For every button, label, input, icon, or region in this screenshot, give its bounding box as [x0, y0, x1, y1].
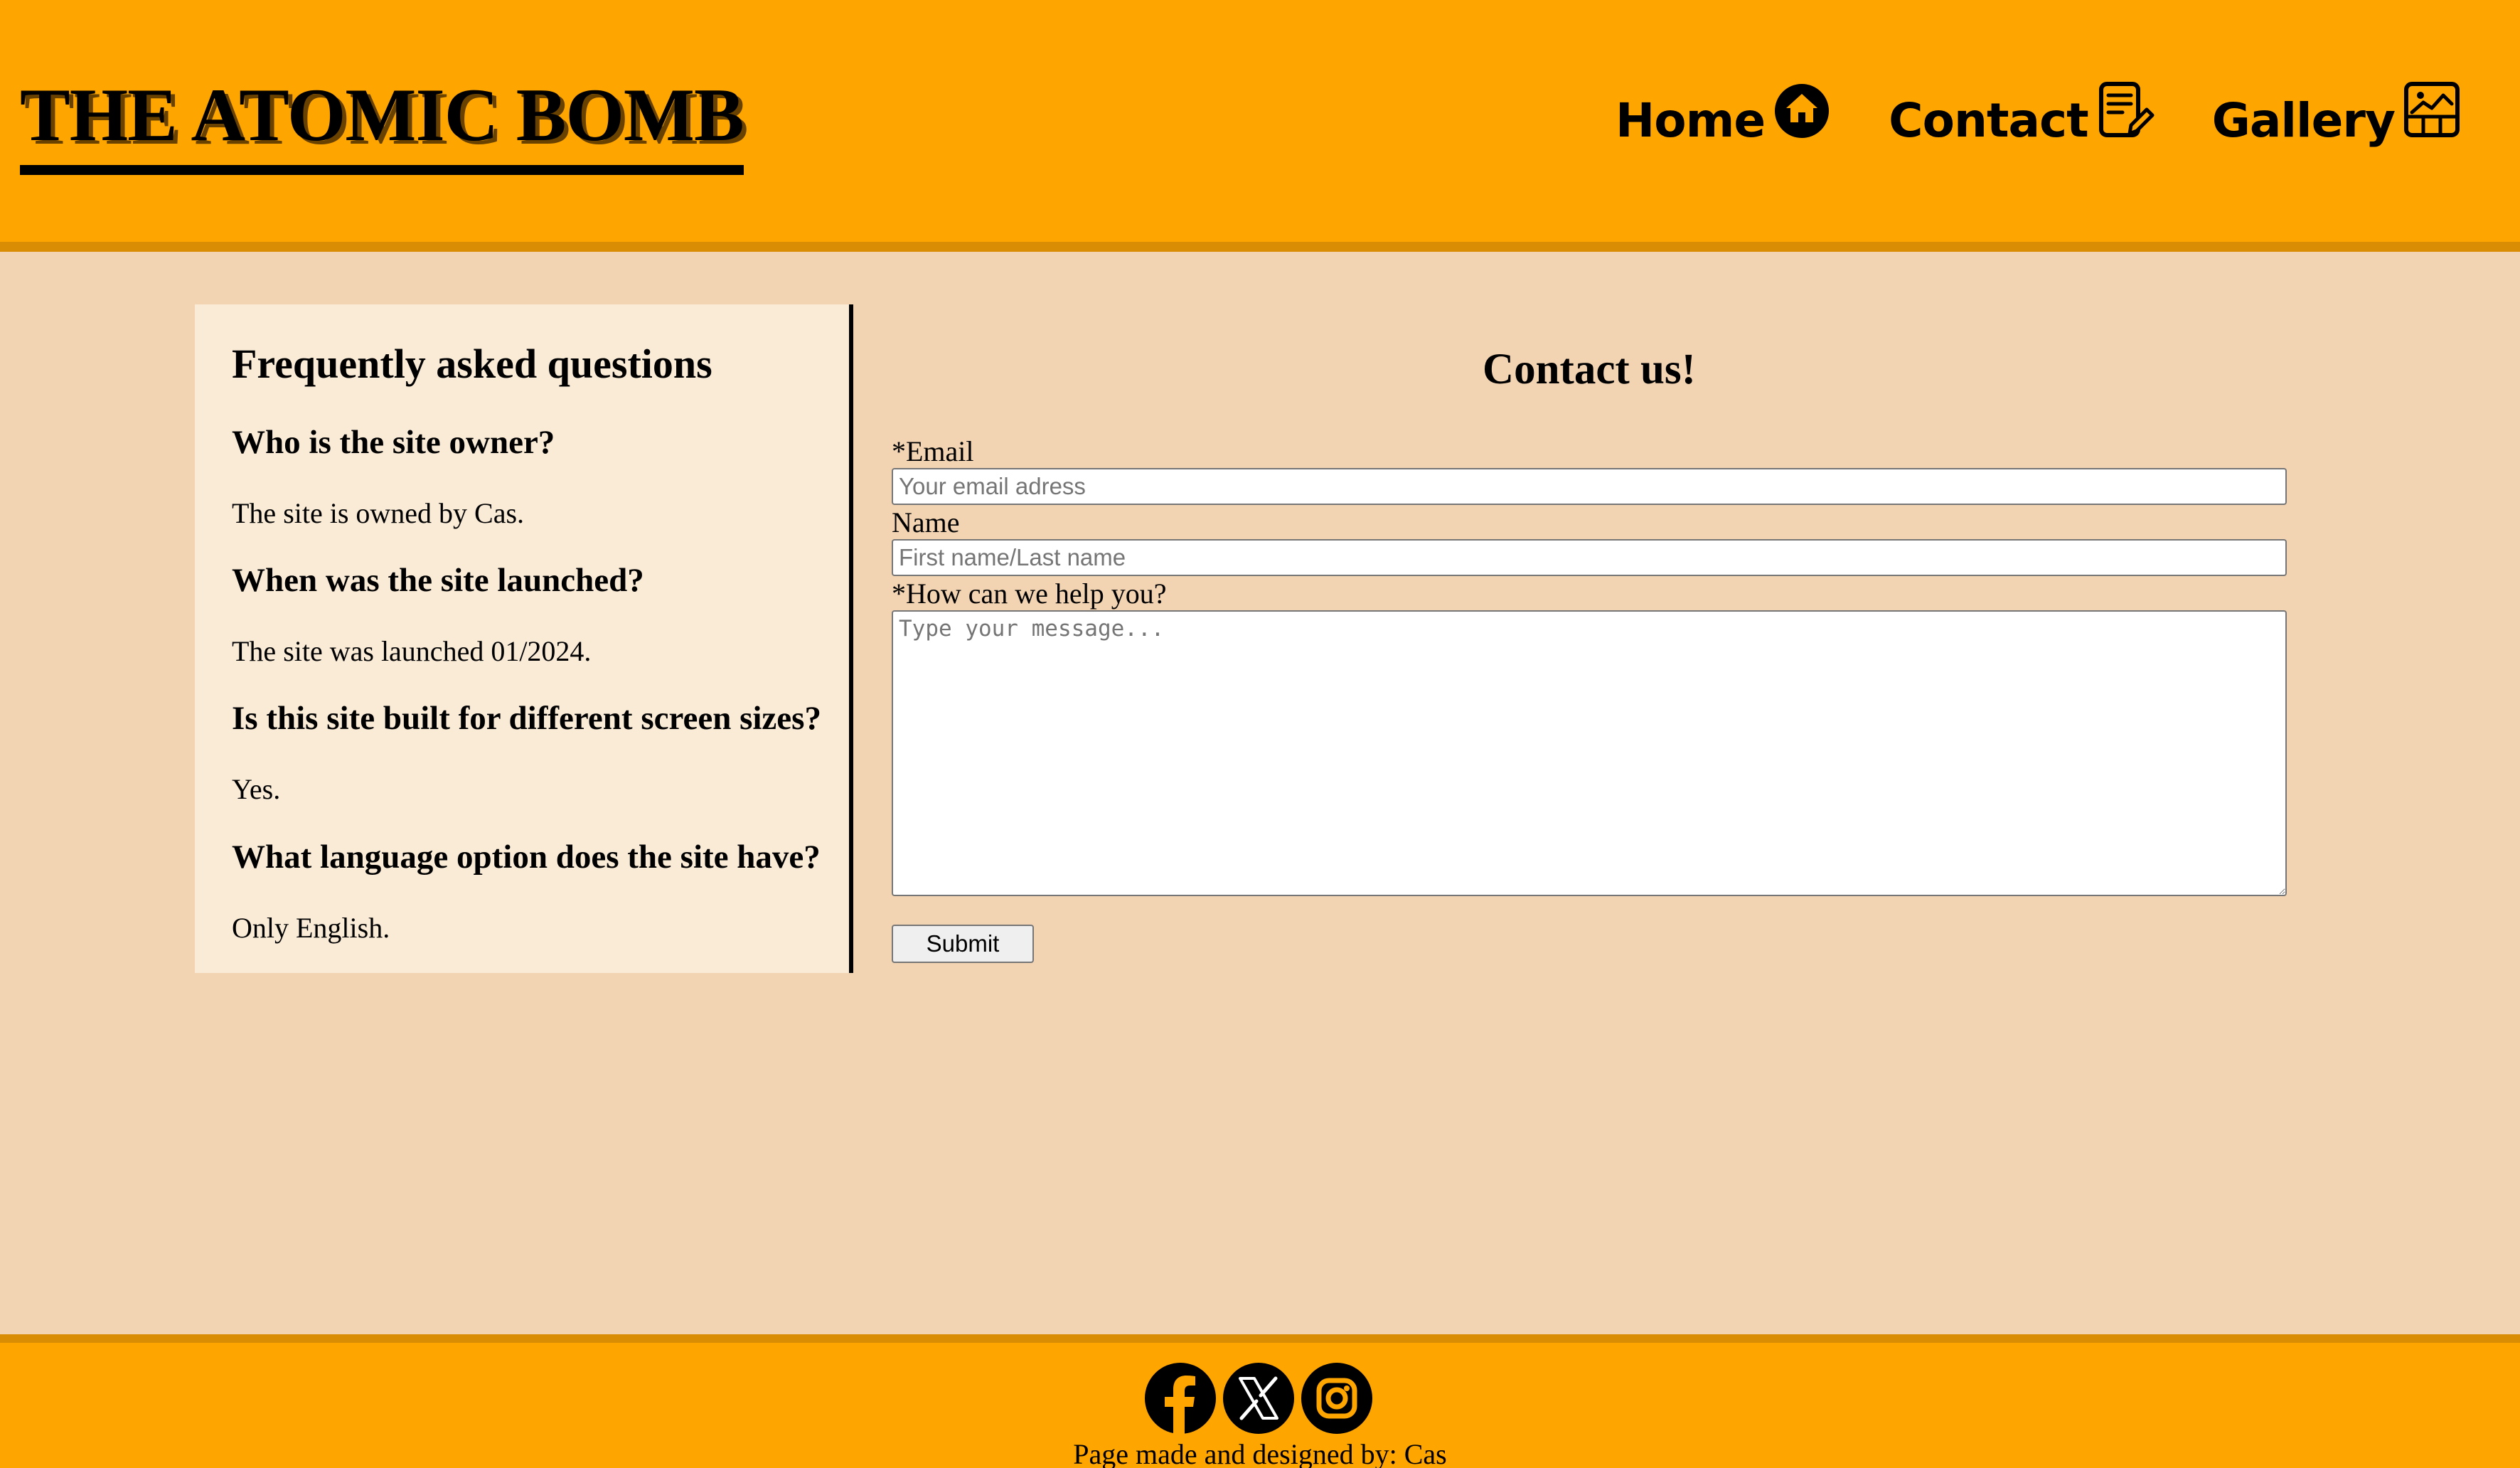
faq-panel: Frequently asked questions Who is the si…: [195, 304, 853, 973]
social-links: [1145, 1363, 1372, 1434]
x-link[interactable]: [1223, 1363, 1294, 1434]
facebook-link[interactable]: [1145, 1363, 1216, 1434]
faq-title: Frequently asked questions: [232, 341, 712, 387]
contact-form-icon: [2098, 82, 2155, 137]
faq-question: What language option does the site have?: [232, 839, 821, 876]
faq-question: When was the site launched?: [232, 562, 644, 599]
x-icon: [1239, 1376, 1278, 1420]
nav-contact-label: Contact: [1889, 93, 2089, 148]
site-header: THE ATOMIC BOMB Home Contact Gallery: [0, 0, 2520, 252]
name-field[interactable]: [892, 539, 2287, 576]
faq-answer: Yes.: [232, 773, 281, 805]
nav-gallery-label: Gallery: [2211, 93, 2396, 148]
gallery-icon: [2404, 82, 2460, 137]
email-field[interactable]: [892, 468, 2287, 505]
message-label: *How can we help you?: [892, 578, 1167, 610]
instagram-icon: [1316, 1378, 1357, 1419]
nav-home-link[interactable]: Home: [1616, 78, 1832, 164]
nav-contact-link[interactable]: Contact: [1889, 78, 2155, 164]
site-logo[interactable]: THE ATOMIC BOMB: [20, 65, 744, 175]
home-icon: [1775, 84, 1830, 138]
email-label: *Email: [892, 435, 974, 467]
main-nav: Home Contact Gallery: [1616, 78, 2462, 164]
instagram-link[interactable]: [1301, 1363, 1372, 1434]
faq-answer: The site is owned by Cas.: [232, 497, 525, 529]
faq-question: Is this site built for different screen …: [232, 700, 821, 737]
nav-home-label: Home: [1616, 93, 1766, 148]
submit-button[interactable]: Submit: [892, 925, 1034, 963]
message-textarea[interactable]: [892, 610, 2287, 896]
faq-answer: The site was launched 01/2024.: [232, 635, 592, 667]
faq-question: Who is the site owner?: [232, 424, 555, 461]
facebook-icon: [1165, 1376, 1195, 1434]
name-label: Name: [892, 506, 960, 538]
nav-gallery-link[interactable]: Gallery: [2212, 78, 2462, 164]
contact-title: Contact us!: [1483, 346, 1696, 393]
footer-credit: Page made and designed by: Cas: [1073, 1438, 1447, 1468]
faq-answer: Only English.: [232, 912, 390, 944]
site-footer: Page made and designed by: Cas: [0, 1334, 2520, 1468]
